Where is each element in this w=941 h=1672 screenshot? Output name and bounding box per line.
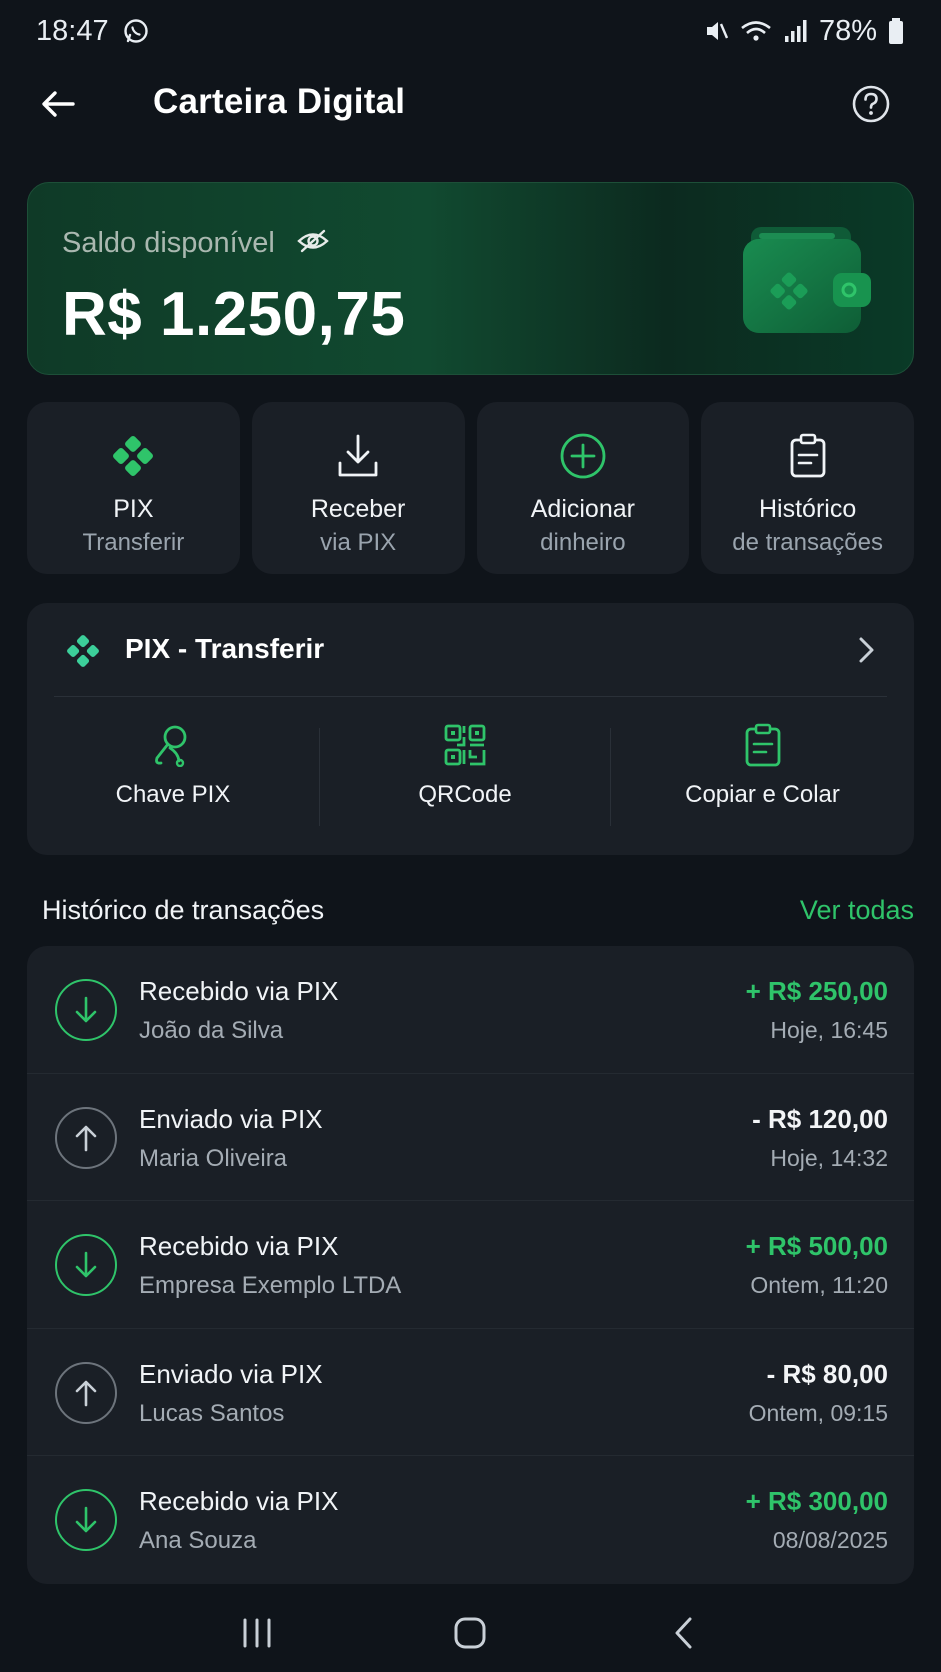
plus-circle-icon: [557, 430, 609, 482]
quick-action-receive[interactable]: Receber via PIX: [251, 402, 465, 574]
pix-option-label: QRCode: [418, 781, 512, 808]
app-header: Carteira Digital: [0, 70, 941, 138]
recent-apps-icon: [243, 1618, 271, 1648]
key-icon: [151, 723, 195, 767]
transaction-date: 08/08/2025: [772, 1527, 888, 1554]
transaction-row[interactable]: Recebido via PIX Ana Souza + R$ 300,00 0…: [27, 1456, 914, 1584]
transaction-date: Hoje, 16:45: [770, 1017, 888, 1043]
status-bar: 18:47 78%: [0, 0, 941, 62]
transaction-date: Ontem, 09:15: [748, 1399, 888, 1426]
question-icon: [852, 85, 890, 123]
transaction-date: Hoje, 14:32: [770, 1144, 888, 1171]
home-icon: [454, 1617, 486, 1649]
arrow-left-icon: [42, 91, 75, 117]
battery-icon: [887, 17, 905, 45]
mute-icon: [703, 18, 729, 44]
wallet-icon: [737, 219, 877, 339]
arrow-down-icon: [55, 1234, 117, 1297]
eye-off-icon[interactable]: [297, 228, 329, 259]
battery-percent: 78%: [818, 14, 877, 47]
transaction-name: João da Silva: [139, 1017, 284, 1044]
pix-transfer-card: PIX - Transferir Chave PIX QRCode Copiar…: [27, 603, 914, 855]
transaction-amount: - R$ 80,00: [766, 1358, 888, 1389]
transaction-amount: + R$ 250,00: [745, 976, 888, 1006]
quick-action-pix[interactable]: PIX Transferir: [27, 402, 240, 574]
pix-option-copy-paste[interactable]: Copiar e Colar: [611, 723, 914, 828]
balance-value: R$ 1.250,75: [62, 280, 406, 349]
transaction-name: Empresa Exemplo LTDA: [139, 1272, 402, 1300]
clipboard-icon: [782, 430, 834, 482]
quick-action-title: PIX: [113, 495, 154, 523]
quick-action-add-money[interactable]: Adicionar dinheiro: [476, 402, 690, 574]
transaction-title: Enviado via PIX: [139, 1103, 323, 1134]
pix-option-key[interactable]: Chave PIX: [27, 723, 319, 828]
download-icon: [332, 430, 384, 482]
transaction-amount: + R$ 500,00: [745, 1231, 888, 1262]
transaction-row[interactable]: Recebido via PIX Empresa Exemplo LTDA + …: [27, 1201, 914, 1329]
pix-transfer-header[interactable]: PIX - Transferir: [27, 603, 914, 696]
system-nav-bar: [0, 1594, 941, 1672]
home-button[interactable]: [440, 1603, 500, 1663]
transaction-amount: + R$ 300,00: [745, 1486, 888, 1517]
transaction-date: Ontem, 11:20: [750, 1272, 888, 1299]
quick-action-subtitle: via PIX: [320, 529, 397, 556]
transaction-name: Ana Souza: [139, 1527, 257, 1555]
transaction-amount: - R$ 120,00: [752, 1103, 888, 1134]
transaction-row[interactable]: Recebido via PIX João da Silva + R$ 250,…: [27, 946, 914, 1074]
pix-icon: [107, 430, 159, 482]
arrow-down-icon: [55, 1489, 117, 1552]
divider: [54, 696, 887, 697]
quick-action-subtitle: Transferir: [82, 529, 185, 556]
page-title: Carteira Digital: [153, 82, 406, 121]
quick-action-subtitle: de transações: [732, 529, 883, 556]
transaction-row[interactable]: Enviado via PIX Lucas Santos - R$ 80,00 …: [27, 1329, 914, 1457]
recent-apps-button[interactable]: [227, 1603, 287, 1663]
status-time: 18:47: [36, 14, 109, 47]
qrcode-icon: [443, 723, 487, 767]
pix-transfer-title: PIX - Transferir: [125, 633, 325, 664]
pix-option-label: Chave PIX: [115, 781, 231, 808]
arrow-up-icon: [55, 1106, 117, 1169]
pix-icon: [65, 633, 101, 669]
help-button[interactable]: [849, 82, 893, 126]
pix-option-qrcode[interactable]: QRCode: [320, 723, 610, 828]
pix-options: Chave PIX QRCode Copiar e Colar: [27, 723, 914, 828]
quick-action-subtitle: dinheiro: [540, 529, 626, 556]
clipboard-icon: [741, 723, 785, 767]
transaction-title: Recebido via PIX: [139, 1486, 339, 1517]
chevron-right-icon: [854, 635, 878, 665]
quick-action-title: Receber: [310, 495, 406, 523]
transaction-list: Recebido via PIX João da Silva + R$ 250,…: [27, 946, 914, 1584]
transaction-row[interactable]: Enviado via PIX Maria Oliveira - R$ 120,…: [27, 1074, 914, 1202]
pix-option-label: Copiar e Colar: [685, 781, 840, 808]
transaction-name: Lucas Santos: [139, 1399, 285, 1427]
transaction-title: Enviado via PIX: [139, 1358, 323, 1389]
signal-icon: [783, 18, 809, 44]
quick-actions: PIX Transferir Receber via PIX Adicionar…: [27, 402, 914, 574]
balance-card: Saldo disponível R$ 1.250,75: [27, 182, 914, 375]
history-title: Histórico de transações: [42, 894, 325, 925]
arrow-up-icon: [55, 1361, 117, 1424]
back-button[interactable]: [36, 82, 80, 126]
transaction-title: Recebido via PIX: [139, 1231, 339, 1262]
quick-action-title: Adicionar: [530, 495, 635, 523]
quick-action-title: Histórico: [759, 495, 857, 523]
transaction-name: Maria Oliveira: [139, 1144, 288, 1172]
quick-action-history[interactable]: Histórico de transações: [701, 402, 914, 574]
whatsapp-icon: [123, 18, 149, 44]
chevron-left-icon: [675, 1617, 692, 1649]
history-header: Histórico de transações Ver todas: [42, 890, 914, 930]
arrow-down-icon: [55, 979, 117, 1041]
back-nav-button[interactable]: [654, 1603, 714, 1663]
transaction-title: Recebido via PIX: [139, 976, 339, 1006]
balance-label: Saldo disponível: [62, 227, 275, 259]
see-all-link[interactable]: Ver todas: [800, 895, 914, 926]
wifi-icon: [739, 18, 773, 44]
